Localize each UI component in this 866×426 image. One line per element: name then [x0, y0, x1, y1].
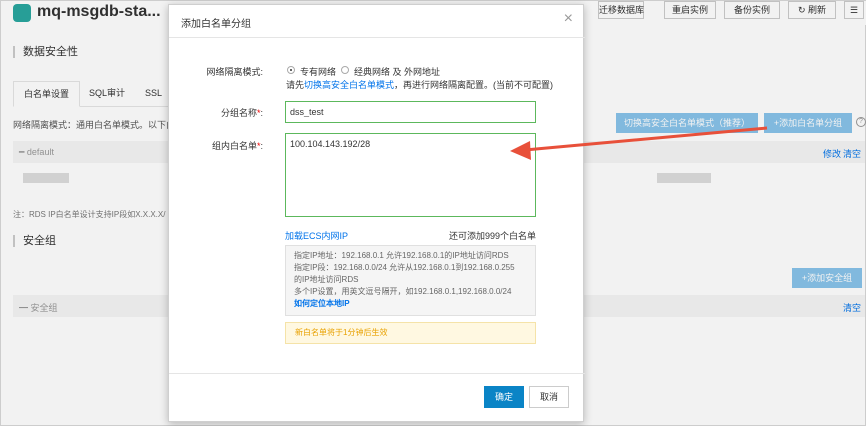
- radio-classic-label: 经典网络 及 外网地址: [354, 67, 441, 77]
- close-icon[interactable]: ×: [564, 11, 573, 27]
- header-divider: [169, 37, 585, 38]
- hint-suffix: ，再进行网络隔离配置。(当前不可配置): [394, 80, 554, 90]
- group-name-input[interactable]: [285, 101, 536, 123]
- radio-classic[interactable]: [341, 66, 349, 74]
- locate-local-ip-link[interactable]: 如何定位本地IP: [294, 298, 527, 310]
- help-line: 多个IP设置，用英文逗号隔开，如192.168.0.1,192.168.0.0/…: [294, 287, 512, 296]
- help-line: 的IP地址访问RDS: [294, 275, 359, 284]
- network-mode-label: 网络隔离模式:: [206, 67, 263, 77]
- add-whitelist-group-dialog: 添加白名单分组 × 网络隔离模式: 专有网络 经典网络 及 外网地址 请先切换高…: [168, 4, 585, 422]
- hint-prefix: 请先: [286, 80, 305, 90]
- group-name-label-text: 分组名称: [220, 108, 257, 118]
- radio-vpc[interactable]: [287, 66, 295, 74]
- cancel-button[interactable]: 取消: [529, 386, 569, 408]
- whitelist-label-text: 组内白名单: [211, 141, 257, 151]
- switch-mode-link[interactable]: 切换高安全白名单模式: [304, 80, 394, 90]
- help-line: 指定IP地址：192.168.0.1 允许192.168.0.1的IP地址访问R…: [294, 251, 509, 260]
- group-name-label: 分组名称*:: [220, 108, 263, 118]
- dialog-title: 添加白名单分组: [181, 19, 251, 30]
- effect-notice: 新白名单将于1分钟后生效: [285, 322, 536, 344]
- required-mark: *: [256, 141, 261, 151]
- remaining-count: 还可添加999个白名单: [448, 231, 536, 241]
- whitelist-textarea[interactable]: 100.104.143.192/28: [285, 133, 536, 217]
- whitelist-help-box: 指定IP地址：192.168.0.1 允许192.168.0.1的IP地址访问R…: [285, 245, 536, 316]
- mode-hint: 请先切换高安全白名单模式，再进行网络隔离配置。(当前不可配置): [286, 78, 553, 91]
- required-mark: *: [256, 108, 261, 118]
- help-line: 指定IP段：192.168.0.0/24 允许从192.168.0.1到192.…: [294, 263, 515, 272]
- footer-divider: [169, 373, 585, 374]
- whitelist-label: 组内白名单*:: [211, 141, 263, 151]
- load-ecs-ip-link[interactable]: 加载ECS内网IP: [285, 229, 348, 242]
- radio-vpc-label: 专有网络: [300, 67, 337, 77]
- confirm-button[interactable]: 确定: [484, 386, 524, 408]
